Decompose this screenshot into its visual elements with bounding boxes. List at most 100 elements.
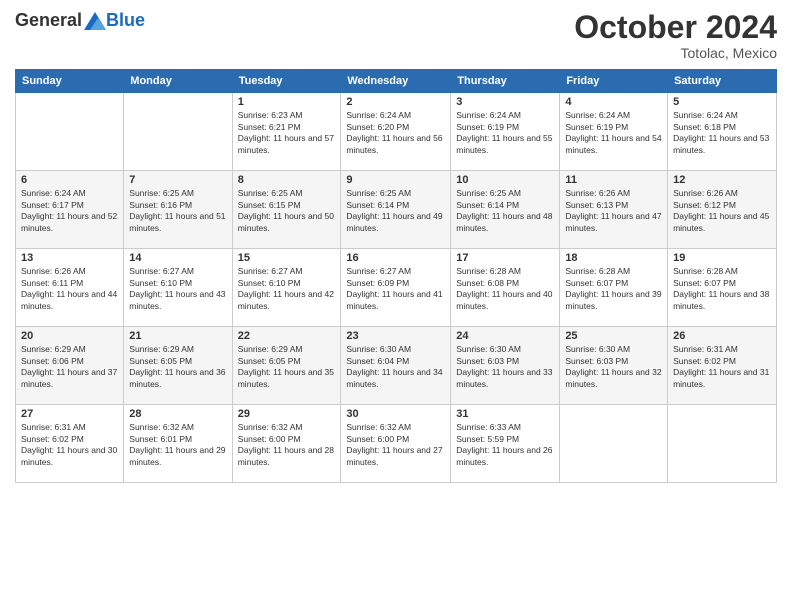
day-info: Sunrise: 6:28 AM Sunset: 6:07 PM Dayligh… (673, 266, 771, 312)
day-number: 30 (346, 408, 445, 420)
day-info: Sunrise: 6:26 AM Sunset: 6:13 PM Dayligh… (565, 188, 662, 234)
cell-week4-day4: 24 Sunrise: 6:30 AM Sunset: 6:03 PM Dayli… (451, 327, 560, 405)
cell-week1-day1 (124, 93, 232, 171)
day-number: 5 (673, 96, 771, 108)
cell-week1-day0 (16, 93, 124, 171)
cell-week3-day3: 16Sunrise: 6:27 AM Sunset: 6:09 PM Dayli… (341, 249, 451, 327)
day-info: Sunrise: 6:32 AM Sunset: 6:00 PM Dayligh… (238, 422, 336, 468)
cell-week5-day0: 27 Sunrise: 6:31 AM Sunset: 6:02 PM Dayli… (16, 405, 124, 483)
day-info: Sunrise: 6:30 AM Sunset: 6:03 PM Dayligh… (565, 344, 662, 390)
cell-week2-day2: 8Sunrise: 6:25 AM Sunset: 6:15 PM Daylig… (232, 171, 341, 249)
day-number: 26 (673, 330, 771, 342)
cell-week1-day5: 4 Sunrise: 6:24 AM Sunset: 6:19 PM Daylig… (560, 93, 668, 171)
day-number: 19 (673, 252, 771, 264)
cell-week1-day3: 2 Sunrise: 6:24 AM Sunset: 6:20 PM Daylig… (341, 93, 451, 171)
day-number: 24 (456, 330, 554, 342)
cell-week5-day1: 28 Sunrise: 6:32 AM Sunset: 6:01 PM Dayli… (124, 405, 232, 483)
day-number: 6 (21, 174, 118, 186)
day-info: Sunrise: 6:32 AM Sunset: 6:01 PM Dayligh… (129, 422, 226, 468)
day-number: 12 (673, 174, 771, 186)
day-info: Sunrise: 6:30 AM Sunset: 6:03 PM Dayligh… (456, 344, 554, 390)
cell-week2-day5: 11 Sunrise: 6:26 AM Sunset: 6:13 PM Dayli… (560, 171, 668, 249)
cell-week2-day3: 9 Sunrise: 6:25 AM Sunset: 6:14 PM Daylig… (341, 171, 451, 249)
day-number: 21 (129, 330, 226, 342)
cell-week2-day6: 12 Sunrise: 6:26 AM Sunset: 6:12 PM Dayli… (668, 171, 777, 249)
day-info: Sunrise: 6:29 AM Sunset: 6:06 PM Dayligh… (21, 344, 118, 390)
title-area: October 2024 Totolac, Mexico (574, 10, 777, 61)
day-number: 10 (456, 174, 554, 186)
day-info: Sunrise: 6:33 AM Sunset: 5:59 PM Dayligh… (456, 422, 554, 468)
cell-week2-day4: 10 Sunrise: 6:25 AM Sunset: 6:14 PM Dayli… (451, 171, 560, 249)
calendar-table: Sunday Monday Tuesday Wednesday Thursday… (15, 69, 777, 483)
header-row: Sunday Monday Tuesday Wednesday Thursday… (16, 70, 777, 93)
cell-week1-day2: 1Sunrise: 6:23 AM Sunset: 6:21 PM Daylig… (232, 93, 341, 171)
cell-week5-day6 (668, 405, 777, 483)
col-sunday: Sunday (16, 70, 124, 93)
cell-week1-day4: 3Sunrise: 6:24 AM Sunset: 6:19 PM Daylig… (451, 93, 560, 171)
day-number: 9 (346, 174, 445, 186)
day-info: Sunrise: 6:24 AM Sunset: 6:18 PM Dayligh… (673, 110, 771, 156)
day-info: Sunrise: 6:32 AM Sunset: 6:00 PM Dayligh… (346, 422, 445, 468)
cell-week2-day0: 6 Sunrise: 6:24 AM Sunset: 6:17 PM Daylig… (16, 171, 124, 249)
day-info: Sunrise: 6:24 AM Sunset: 6:17 PM Dayligh… (21, 188, 118, 234)
col-saturday: Saturday (668, 70, 777, 93)
cell-week5-day3: 30 Sunrise: 6:32 AM Sunset: 6:00 PM Dayli… (341, 405, 451, 483)
day-info: Sunrise: 6:24 AM Sunset: 6:20 PM Dayligh… (346, 110, 445, 156)
cell-week5-day2: 29 Sunrise: 6:32 AM Sunset: 6:00 PM Dayli… (232, 405, 341, 483)
day-info: Sunrise: 6:25 AM Sunset: 6:15 PM Dayligh… (238, 188, 336, 234)
day-number: 11 (565, 174, 662, 186)
month-title: October 2024 (574, 10, 777, 45)
day-info: Sunrise: 6:31 AM Sunset: 6:02 PM Dayligh… (673, 344, 771, 390)
cell-week1-day6: 5 Sunrise: 6:24 AM Sunset: 6:18 PM Daylig… (668, 93, 777, 171)
week-row-2: 6 Sunrise: 6:24 AM Sunset: 6:17 PM Daylig… (16, 171, 777, 249)
cell-week3-day5: 18 Sunrise: 6:28 AM Sunset: 6:07 PM Dayli… (560, 249, 668, 327)
cell-week3-day0: 13Sunrise: 6:26 AM Sunset: 6:11 PM Dayli… (16, 249, 124, 327)
cell-week4-day5: 25 Sunrise: 6:30 AM Sunset: 6:03 PM Dayli… (560, 327, 668, 405)
day-number: 29 (238, 408, 336, 420)
cell-week4-day2: 22Sunrise: 6:29 AM Sunset: 6:05 PM Dayli… (232, 327, 341, 405)
week-row-3: 13Sunrise: 6:26 AM Sunset: 6:11 PM Dayli… (16, 249, 777, 327)
day-number: 18 (565, 252, 662, 264)
day-info: Sunrise: 6:27 AM Sunset: 6:10 PM Dayligh… (129, 266, 226, 312)
day-number: 17 (456, 252, 554, 264)
day-info: Sunrise: 6:26 AM Sunset: 6:12 PM Dayligh… (673, 188, 771, 234)
day-info: Sunrise: 6:24 AM Sunset: 6:19 PM Dayligh… (456, 110, 554, 156)
cell-week2-day1: 7 Sunrise: 6:25 AM Sunset: 6:16 PM Daylig… (124, 171, 232, 249)
cell-week3-day2: 15 Sunrise: 6:27 AM Sunset: 6:10 PM Dayli… (232, 249, 341, 327)
day-number: 23 (346, 330, 445, 342)
week-row-4: 20Sunrise: 6:29 AM Sunset: 6:06 PM Dayli… (16, 327, 777, 405)
day-info: Sunrise: 6:23 AM Sunset: 6:21 PM Dayligh… (238, 110, 336, 156)
logo: General Blue (15, 10, 145, 31)
day-number: 2 (346, 96, 445, 108)
day-info: Sunrise: 6:24 AM Sunset: 6:19 PM Dayligh… (565, 110, 662, 156)
col-thursday: Thursday (451, 70, 560, 93)
day-number: 25 (565, 330, 662, 342)
day-number: 27 (21, 408, 118, 420)
cell-week3-day1: 14 Sunrise: 6:27 AM Sunset: 6:10 PM Dayli… (124, 249, 232, 327)
week-row-1: 1Sunrise: 6:23 AM Sunset: 6:21 PM Daylig… (16, 93, 777, 171)
cell-week4-day3: 23Sunrise: 6:30 AM Sunset: 6:04 PM Dayli… (341, 327, 451, 405)
logo-icon (84, 12, 106, 30)
cell-week5-day5 (560, 405, 668, 483)
day-number: 15 (238, 252, 336, 264)
logo-blue-text: Blue (106, 10, 145, 31)
day-number: 7 (129, 174, 226, 186)
day-info: Sunrise: 6:25 AM Sunset: 6:14 PM Dayligh… (346, 188, 445, 234)
logo-area: General Blue (15, 10, 145, 31)
cell-week3-day6: 19 Sunrise: 6:28 AM Sunset: 6:07 PM Dayli… (668, 249, 777, 327)
day-number: 4 (565, 96, 662, 108)
cell-week3-day4: 17 Sunrise: 6:28 AM Sunset: 6:08 PM Dayli… (451, 249, 560, 327)
cell-week4-day1: 21Sunrise: 6:29 AM Sunset: 6:05 PM Dayli… (124, 327, 232, 405)
day-info: Sunrise: 6:28 AM Sunset: 6:08 PM Dayligh… (456, 266, 554, 312)
day-info: Sunrise: 6:28 AM Sunset: 6:07 PM Dayligh… (565, 266, 662, 312)
day-number: 13 (21, 252, 118, 264)
day-info: Sunrise: 6:31 AM Sunset: 6:02 PM Dayligh… (21, 422, 118, 468)
day-number: 14 (129, 252, 226, 264)
location-title: Totolac, Mexico (574, 45, 777, 61)
day-info: Sunrise: 6:27 AM Sunset: 6:10 PM Dayligh… (238, 266, 336, 312)
day-info: Sunrise: 6:25 AM Sunset: 6:16 PM Dayligh… (129, 188, 226, 234)
cell-week4-day6: 26 Sunrise: 6:31 AM Sunset: 6:02 PM Dayli… (668, 327, 777, 405)
logo-general-text: General (15, 10, 82, 31)
day-info: Sunrise: 6:25 AM Sunset: 6:14 PM Dayligh… (456, 188, 554, 234)
day-number: 28 (129, 408, 226, 420)
